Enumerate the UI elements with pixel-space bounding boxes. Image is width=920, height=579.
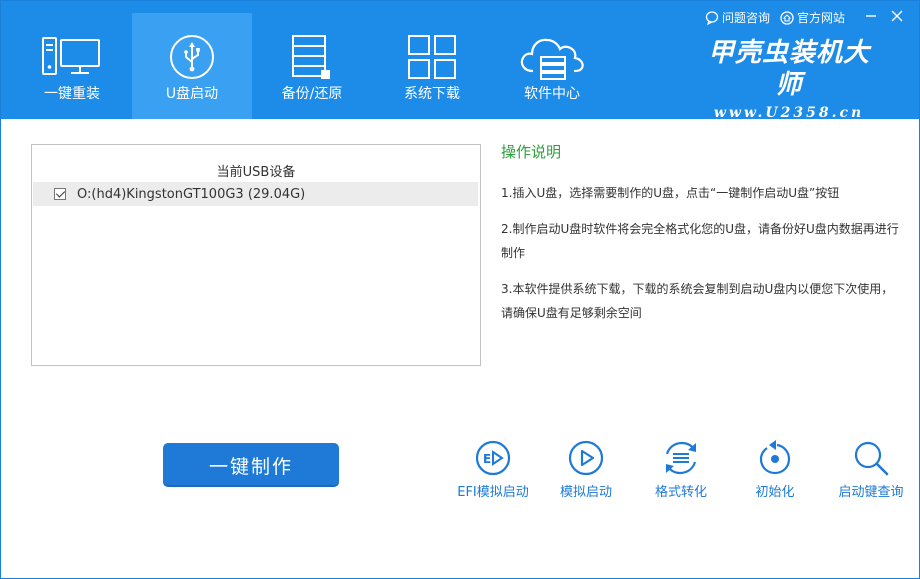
close-icon xyxy=(891,10,903,25)
nav-label: 软件中心 xyxy=(524,86,580,102)
boot-key-query-button[interactable]: 启动键查询 xyxy=(821,437,920,507)
device-row[interactable]: O:(hd4)KingstonGT100G3 (29.04G) xyxy=(33,182,478,206)
cloud-icon xyxy=(492,33,612,81)
svg-text:E: E xyxy=(483,452,491,466)
efi-play-icon: E xyxy=(443,437,543,479)
home-icon xyxy=(780,10,794,25)
convert-icon xyxy=(631,437,731,479)
device-checkbox[interactable] xyxy=(54,188,66,200)
nav-item-one-click-install[interactable]: 一键重装 xyxy=(12,13,132,119)
one-click-make-button[interactable]: 一键制作 xyxy=(163,443,339,487)
nav-label: 备份/还原 xyxy=(281,86,343,102)
instructions-title: 操作说明 xyxy=(501,143,562,161)
tool-bar: E EFI模拟启动 模拟启动 格式转化 初始化 启动键查询 xyxy=(451,437,920,507)
header-bar: 一键重装 U盘启动 备份/还原 系统下载 软件中心 问题咨询 官方网站 甲壳虫装… xyxy=(1,1,919,121)
reset-icon xyxy=(725,437,825,479)
grid-icon xyxy=(372,33,492,81)
close-button[interactable] xyxy=(889,10,905,26)
nav-label: 系统下载 xyxy=(404,86,460,102)
play-icon xyxy=(536,437,636,479)
main-nav: 一键重装 U盘启动 备份/还原 系统下载 软件中心 xyxy=(12,13,612,119)
app-window: 一键重装 U盘启动 备份/还原 系统下载 软件中心 问题咨询 官方网站 甲壳虫装… xyxy=(0,0,920,579)
device-label: O:(hd4)KingstonGT100G3 (29.04G) xyxy=(77,186,306,202)
nav-item-software-center[interactable]: 软件中心 xyxy=(492,13,612,119)
nav-label: 一键重装 xyxy=(44,86,100,102)
instruction-step: 3.本软件提供系统下载，下载的系统会复制到启动U盘内以便您下次使用，请确保U盘有… xyxy=(501,282,894,320)
chat-icon xyxy=(705,10,719,25)
brand-name: 甲壳虫装机大师 xyxy=(707,38,870,100)
usb-device-list: 当前USB设备 O:(hd4)KingstonGT100G3 (29.04G) xyxy=(31,144,481,366)
nav-item-system-download[interactable]: 系统下载 xyxy=(372,13,492,119)
nav-label: U盘启动 xyxy=(165,86,219,102)
usb-icon xyxy=(132,33,252,81)
website-link[interactable]: 官方网站 xyxy=(780,9,845,26)
website-link-label: 官方网站 xyxy=(796,11,845,25)
instruction-step: 1.插入U盘，选择需要制作的U盘，点击“一键制作启动U盘”按钮 xyxy=(501,186,840,200)
device-list-title: 当前USB设备 xyxy=(216,165,296,180)
instructions-panel: 操作说明 1.插入U盘，选择需要制作的U盘，点击“一键制作启动U盘”按钮 2.制… xyxy=(501,142,901,337)
minimize-button[interactable] xyxy=(863,10,879,26)
monitor-icon xyxy=(12,33,132,81)
tool-label: 启动键查询 xyxy=(838,485,904,500)
nav-item-backup-restore[interactable]: 备份/还原 xyxy=(252,13,372,119)
backup-icon xyxy=(252,33,372,81)
initialize-button[interactable]: 初始化 xyxy=(725,437,825,507)
brand-url: www.U2358.cn xyxy=(713,105,865,121)
brand-logo: 甲壳虫装机大师 www.U2358.cn xyxy=(699,37,879,123)
top-links: 问题咨询 官方网站 xyxy=(705,9,905,26)
nav-item-usb-boot[interactable]: U盘启动 xyxy=(132,13,252,119)
help-link[interactable]: 问题咨询 xyxy=(705,9,770,26)
help-link-label: 问题咨询 xyxy=(721,11,770,25)
instruction-step: 2.制作启动U盘时软件将会完全格式化您的U盘，请备份好U盘内数据再进行制作 xyxy=(501,222,899,260)
search-icon xyxy=(821,437,920,479)
minimize-icon xyxy=(865,10,877,25)
